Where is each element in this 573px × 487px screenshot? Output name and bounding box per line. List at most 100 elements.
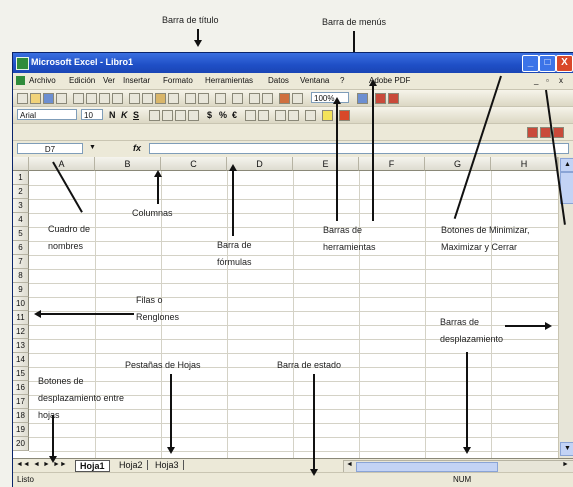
row-header[interactable]: 2 — [13, 185, 29, 199]
first-sheet-button[interactable]: ◄◄ — [16, 461, 30, 468]
spelling-icon[interactable] — [99, 93, 110, 104]
menu-ver[interactable]: Ver — [103, 76, 115, 85]
row-header[interactable]: 4 — [13, 213, 29, 227]
menu-herramientas[interactable]: Herramientas — [205, 76, 253, 85]
column-header-f[interactable]: F — [359, 157, 425, 171]
merge-center-icon[interactable] — [188, 110, 199, 121]
scroll-up-button[interactable]: ▲ — [560, 158, 573, 172]
scroll-right-button[interactable]: ► — [562, 461, 569, 468]
zoom-select[interactable]: 100% — [311, 92, 349, 103]
prev-sheet-button[interactable]: ◄ — [33, 461, 40, 468]
sheet-tab-hoja2[interactable]: Hoja2 — [115, 460, 148, 470]
menu-archivo[interactable]: Archivo — [29, 76, 56, 85]
column-header-b[interactable]: B — [95, 157, 161, 171]
column-header-h[interactable]: H — [491, 157, 558, 171]
sheet-tab-hoja3[interactable]: Hoja3 — [151, 460, 184, 470]
euro-button[interactable]: € — [232, 110, 237, 120]
help-icon[interactable] — [357, 93, 368, 104]
reject-change-icon[interactable] — [553, 127, 564, 138]
new-icon[interactable] — [17, 93, 28, 104]
chart-wizard-icon[interactable] — [279, 93, 290, 104]
copy-icon[interactable] — [142, 93, 153, 104]
borders-icon[interactable] — [305, 110, 316, 121]
menu-formato[interactable]: Formato — [163, 76, 193, 85]
insert-function-button[interactable]: fx — [133, 143, 141, 153]
sort-ascending-icon[interactable] — [249, 93, 260, 104]
row-header[interactable]: 18 — [13, 409, 29, 423]
pdf-email-icon[interactable] — [388, 93, 399, 104]
menu-insertar[interactable]: Insertar — [123, 76, 150, 85]
column-header-c[interactable]: C — [161, 157, 227, 171]
row-header[interactable]: 10 — [13, 297, 29, 311]
scroll-left-button[interactable]: ◄ — [346, 461, 353, 468]
print-icon[interactable] — [73, 93, 84, 104]
paste-icon[interactable] — [155, 93, 166, 104]
row-header[interactable]: 3 — [13, 199, 29, 213]
drawing-icon[interactable] — [292, 93, 303, 104]
permission-icon[interactable] — [56, 93, 67, 104]
row-header[interactable]: 14 — [13, 353, 29, 367]
increase-decimal-icon[interactable] — [245, 110, 256, 121]
font-select[interactable]: Arial — [17, 109, 77, 120]
align-right-icon[interactable] — [175, 110, 186, 121]
menu-edicion[interactable]: Edición — [69, 76, 95, 85]
row-header[interactable]: 15 — [13, 367, 29, 381]
hyperlink-icon[interactable] — [215, 93, 226, 104]
undo-icon[interactable] — [185, 93, 196, 104]
row-header[interactable]: 11 — [13, 311, 29, 325]
column-header-e[interactable]: E — [293, 157, 359, 171]
sheet-tab-hoja1[interactable]: Hoja1 — [75, 460, 110, 472]
select-all-corner[interactable] — [13, 157, 29, 171]
redo-icon[interactable] — [198, 93, 209, 104]
align-left-icon[interactable] — [149, 110, 160, 121]
font-size-select[interactable]: 10 — [81, 109, 103, 120]
decrease-decimal-icon[interactable] — [258, 110, 269, 121]
italic-button[interactable]: K — [121, 110, 128, 120]
menu-datos[interactable]: Datos — [268, 76, 289, 85]
doc-close-icon[interactable]: x — [559, 76, 563, 85]
fill-color-icon[interactable] — [322, 110, 333, 121]
autosum-icon[interactable] — [232, 93, 243, 104]
scroll-down-button[interactable]: ▼ — [560, 442, 573, 456]
row-header[interactable]: 5 — [13, 227, 29, 241]
formula-input[interactable] — [149, 143, 569, 154]
row-header[interactable]: 1 — [13, 171, 29, 185]
name-box-dropdown-icon[interactable]: ▼ — [89, 144, 96, 151]
close-button[interactable]: X — [556, 55, 573, 72]
row-header[interactable]: 16 — [13, 381, 29, 395]
row-header[interactable]: 17 — [13, 395, 29, 409]
workbook-icon[interactable] — [16, 76, 25, 85]
doc-minimize-icon[interactable]: _ — [534, 76, 538, 85]
track-changes-icon[interactable] — [527, 127, 538, 138]
decrease-indent-icon[interactable] — [275, 110, 286, 121]
row-header[interactable]: 13 — [13, 339, 29, 353]
column-header-g[interactable]: G — [425, 157, 491, 171]
title-bar[interactable]: Microsoft Excel - Libro1 _ □ X — [13, 53, 573, 73]
open-icon[interactable] — [30, 93, 41, 104]
menu-ventana[interactable]: Ventana — [300, 76, 329, 85]
maximize-button[interactable]: □ — [539, 55, 556, 72]
underline-button[interactable]: S — [133, 110, 139, 120]
print-preview-icon[interactable] — [86, 93, 97, 104]
increase-indent-icon[interactable] — [288, 110, 299, 121]
row-header[interactable]: 7 — [13, 255, 29, 269]
row-header[interactable]: 19 — [13, 423, 29, 437]
currency-button[interactable]: $ — [207, 110, 212, 120]
cut-icon[interactable] — [129, 93, 140, 104]
row-header[interactable]: 9 — [13, 283, 29, 297]
column-header-a[interactable]: A — [29, 157, 95, 171]
research-icon[interactable] — [112, 93, 123, 104]
row-header[interactable]: 20 — [13, 437, 29, 451]
minimize-button[interactable]: _ — [522, 55, 539, 72]
horizontal-scroll-thumb[interactable] — [356, 462, 498, 472]
sort-descending-icon[interactable] — [262, 93, 273, 104]
row-header[interactable]: 8 — [13, 269, 29, 283]
pdf-convert-icon[interactable] — [375, 93, 386, 104]
name-box[interactable]: D7 — [17, 143, 83, 154]
excel-app-icon[interactable] — [16, 57, 29, 70]
save-icon[interactable] — [43, 93, 54, 104]
row-header[interactable]: 6 — [13, 241, 29, 255]
menu-help[interactable]: ? — [340, 76, 344, 85]
row-header[interactable]: 12 — [13, 325, 29, 339]
percent-button[interactable]: % — [219, 110, 227, 120]
